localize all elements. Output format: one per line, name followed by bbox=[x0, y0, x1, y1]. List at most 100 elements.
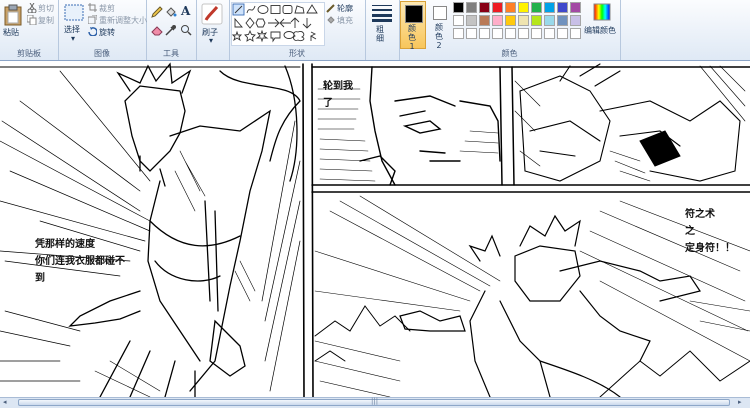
pencil-icon[interactable] bbox=[151, 6, 163, 18]
cut-button[interactable]: 剪切 bbox=[38, 3, 54, 14]
tools-group: A 工具 bbox=[146, 0, 197, 60]
edit-colors-button[interactable]: 编辑颜色 bbox=[584, 1, 619, 49]
scissors-icon bbox=[27, 3, 37, 13]
panel4-line3: 定身符！！ bbox=[685, 243, 735, 254]
copy-icon bbox=[27, 15, 37, 25]
color-picker-icon[interactable] bbox=[165, 24, 177, 36]
palette-swatch[interactable] bbox=[531, 2, 542, 13]
fill-button[interactable]: 填充 bbox=[337, 15, 353, 26]
scroll-right-arrow-icon[interactable]: ▸ bbox=[738, 398, 742, 406]
brushes-button[interactable]: 刷子 ▾ bbox=[199, 2, 226, 50]
color1-button[interactable]: 颜色 1 bbox=[400, 1, 426, 51]
chevron-down-icon: ▾ bbox=[71, 34, 76, 43]
clipboard-group: 粘贴 剪切 复制 剪贴板 bbox=[0, 0, 59, 60]
brush-icon bbox=[201, 3, 223, 25]
palette-swatch[interactable] bbox=[466, 2, 477, 13]
select-button[interactable]: 选择 ▾ bbox=[62, 2, 86, 46]
color2-swatch bbox=[433, 6, 447, 20]
resize-button[interactable]: 重新调整大小 bbox=[99, 15, 147, 26]
panel1-dialogue: 凭那样的速度 你们连我衣服都碰不 到 bbox=[35, 236, 125, 287]
palette-swatch[interactable] bbox=[557, 28, 568, 39]
palette-swatch[interactable] bbox=[492, 15, 503, 26]
shape-gallery[interactable] bbox=[231, 2, 325, 46]
paste-label: 粘贴 bbox=[3, 28, 19, 37]
palette-swatch[interactable] bbox=[466, 28, 477, 39]
color1-label: 颜色 1 bbox=[408, 24, 416, 51]
select-rectangle-icon bbox=[64, 4, 84, 21]
palette-swatch[interactable] bbox=[505, 28, 516, 39]
image-group-label: 图像 bbox=[94, 49, 110, 58]
palette-swatch[interactable] bbox=[557, 2, 568, 13]
drawing-canvas[interactable]: 凭那样的速度 你们连我衣服都碰不 到 轮到我 了 符之术 之 定身符！！ bbox=[0, 61, 750, 397]
copy-button[interactable]: 复制 bbox=[38, 15, 54, 26]
palette-swatch[interactable] bbox=[492, 28, 503, 39]
panel1-line3: 到 bbox=[35, 273, 45, 284]
colors-group-label: 颜色 bbox=[501, 49, 518, 58]
palette-swatch[interactable] bbox=[570, 15, 581, 26]
clipboard-group-label: 剪贴板 bbox=[17, 49, 41, 58]
edit-colors-label: 编辑颜色 bbox=[584, 26, 616, 35]
palette-swatch[interactable] bbox=[453, 2, 464, 13]
size-button[interactable]: 粗细 bbox=[369, 2, 395, 50]
outline-icon bbox=[326, 4, 335, 13]
shapes-group: 轮廓 填充 形状 bbox=[229, 0, 366, 60]
shape-gallery-icons bbox=[232, 3, 318, 43]
outline-button[interactable]: 轮廓 bbox=[337, 3, 353, 14]
horizontal-scrollbar[interactable]: ◂ ||| ▸ bbox=[0, 397, 750, 408]
color-wheel-icon bbox=[593, 3, 611, 21]
panel2-line1: 轮到我 bbox=[323, 81, 353, 92]
palette-swatch[interactable] bbox=[479, 15, 490, 26]
palette-swatch[interactable] bbox=[557, 15, 568, 26]
comic-artwork bbox=[0, 62, 750, 397]
palette-swatch[interactable] bbox=[466, 15, 477, 26]
scroll-left-arrow-icon[interactable]: ◂ bbox=[3, 398, 7, 406]
resize-icon bbox=[88, 15, 97, 24]
size-label: 粗细 bbox=[376, 25, 384, 43]
paste-button[interactable]: 粘贴 bbox=[2, 2, 24, 42]
palette-swatch[interactable] bbox=[453, 28, 464, 39]
magnifier-icon[interactable] bbox=[180, 24, 192, 36]
ribbon-toolbar: 粘贴 剪切 复制 剪贴板 选择 ▾ 裁剪 重新调整大小 旋转 图像 A 工具 刷… bbox=[0, 0, 750, 61]
tools-group-label: 工具 bbox=[163, 49, 179, 58]
palette-swatch[interactable] bbox=[544, 28, 555, 39]
color1-swatch bbox=[405, 5, 423, 23]
rotate-button[interactable]: 旋转 bbox=[99, 27, 115, 38]
palette-swatch[interactable] bbox=[505, 15, 516, 26]
panel1-line1: 凭那样的速度 bbox=[35, 239, 95, 250]
panel4-line1: 符之术 bbox=[685, 209, 715, 220]
panel4-line2: 之 bbox=[685, 226, 695, 237]
palette-swatch[interactable] bbox=[531, 28, 542, 39]
line-width-icon bbox=[372, 5, 392, 22]
palette-swatch[interactable] bbox=[492, 2, 503, 13]
palette-swatch[interactable] bbox=[570, 28, 581, 39]
color-palette bbox=[453, 2, 583, 42]
palette-swatch[interactable] bbox=[518, 2, 529, 13]
brushes-chevron-icon: ▾ bbox=[209, 36, 214, 45]
crop-button[interactable]: 裁剪 bbox=[99, 3, 115, 14]
palette-swatch[interactable] bbox=[505, 2, 516, 13]
rotate-icon bbox=[88, 27, 97, 36]
shapes-group-label: 形状 bbox=[289, 49, 305, 58]
palette-swatch[interactable] bbox=[544, 2, 555, 13]
scrollbar-thumb[interactable]: ||| bbox=[18, 397, 730, 406]
brushes-group: 刷子 ▾ bbox=[196, 0, 230, 60]
palette-swatch[interactable] bbox=[544, 15, 555, 26]
scrollbar-grip: ||| bbox=[371, 397, 379, 405]
color2-label: 颜色 2 bbox=[435, 23, 443, 50]
clipboard-icon bbox=[4, 4, 22, 26]
palette-swatch[interactable] bbox=[453, 15, 464, 26]
eraser-icon[interactable] bbox=[151, 24, 163, 36]
palette-swatch[interactable] bbox=[518, 28, 529, 39]
fill-bucket-icon[interactable] bbox=[165, 6, 177, 18]
panel1-line2: 你们连我衣服都碰不 bbox=[35, 256, 125, 267]
colors-group: 颜色 1 颜色 2 编辑颜色 颜色 bbox=[399, 0, 621, 60]
palette-swatch[interactable] bbox=[531, 15, 542, 26]
color2-button[interactable]: 颜色 2 bbox=[428, 1, 452, 50]
palette-swatch[interactable] bbox=[518, 15, 529, 26]
size-group: 粗细 bbox=[365, 0, 400, 60]
panel2-line2: 了 bbox=[323, 98, 333, 109]
palette-swatch[interactable] bbox=[479, 28, 490, 39]
palette-swatch[interactable] bbox=[570, 2, 581, 13]
palette-swatch[interactable] bbox=[479, 2, 490, 13]
text-tool-icon[interactable]: A bbox=[181, 4, 190, 18]
